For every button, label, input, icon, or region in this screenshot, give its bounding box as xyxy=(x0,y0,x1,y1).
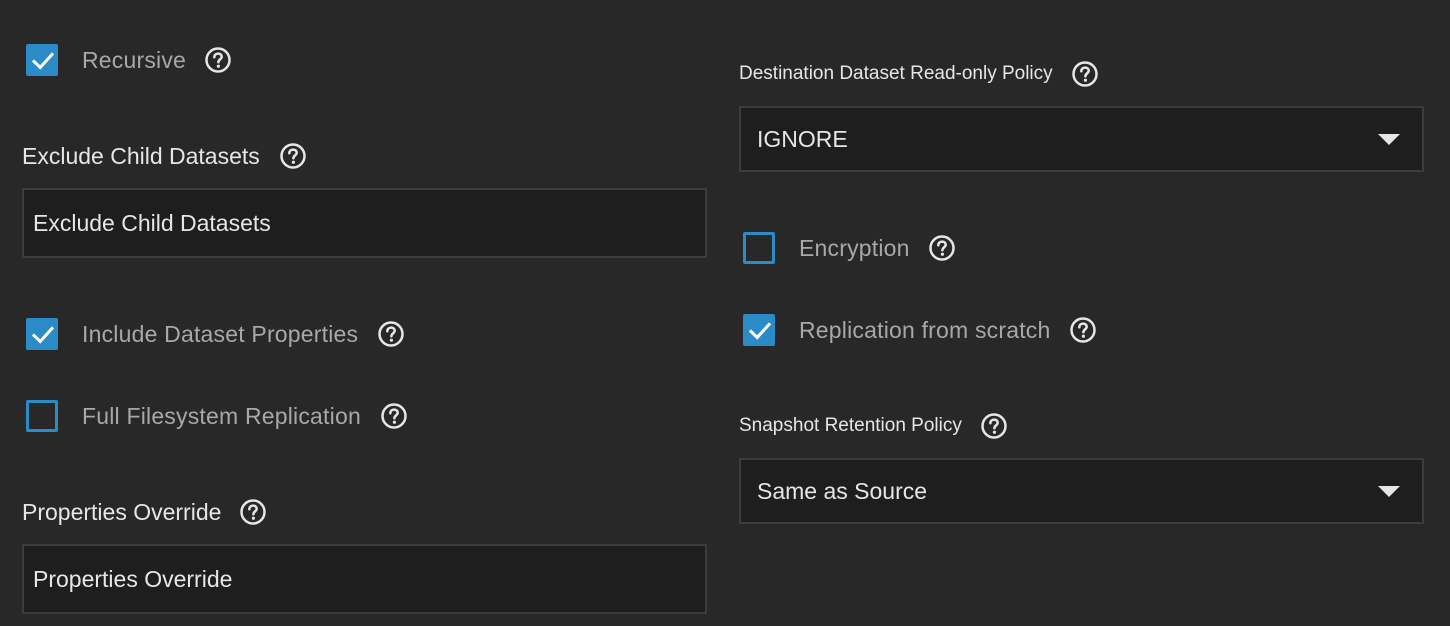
properties-override-label-row: Properties Override xyxy=(22,498,267,526)
help-circle-icon[interactable] xyxy=(380,402,408,430)
recursive-checkbox[interactable] xyxy=(26,44,58,76)
help-circle-icon[interactable] xyxy=(204,46,232,74)
recursive-label: Recursive xyxy=(82,46,187,73)
replication-from-scratch-checkbox[interactable] xyxy=(743,314,775,346)
readonly-policy-label-row: Destination Dataset Read-only Policy xyxy=(739,60,1099,88)
caret-down-icon xyxy=(1378,134,1400,145)
exclude-child-datasets-placeholder: Exclude Child Datasets xyxy=(33,209,271,236)
checkmark-icon xyxy=(746,317,774,345)
full-filesystem-replication-label: Full Filesystem Replication xyxy=(82,402,361,429)
readonly-policy-value: IGNORE xyxy=(757,125,848,152)
replication-from-scratch-label: Replication from scratch xyxy=(799,316,1051,343)
retention-policy-label: Snapshot Retention Policy xyxy=(739,415,962,436)
help-circle-icon[interactable] xyxy=(377,320,405,348)
help-circle-icon[interactable] xyxy=(1069,316,1097,344)
readonly-policy-select[interactable]: IGNORE xyxy=(739,106,1424,172)
include-dataset-properties-label: Include Dataset Properties xyxy=(82,320,359,347)
recursive-row[interactable]: Recursive xyxy=(26,40,232,80)
encryption-row[interactable]: Encryption xyxy=(743,228,956,268)
properties-override-label: Properties Override xyxy=(22,498,222,525)
help-circle-icon[interactable] xyxy=(928,234,956,262)
retention-policy-label-row: Snapshot Retention Policy xyxy=(739,412,1008,440)
replication-from-scratch-row[interactable]: Replication from scratch xyxy=(743,310,1097,350)
help-circle-icon[interactable] xyxy=(239,498,267,526)
retention-policy-select[interactable]: Same as Source xyxy=(739,458,1424,524)
properties-override-input[interactable]: Properties Override xyxy=(22,544,707,614)
checkmark-icon xyxy=(29,47,57,75)
help-circle-icon[interactable] xyxy=(1071,60,1099,88)
include-dataset-properties-row[interactable]: Include Dataset Properties xyxy=(26,314,405,354)
encryption-label: Encryption xyxy=(799,234,910,261)
exclude-child-datasets-label-row: Exclude Child Datasets xyxy=(22,142,307,170)
exclude-child-datasets-input[interactable]: Exclude Child Datasets xyxy=(22,188,707,258)
retention-policy-value: Same as Source xyxy=(757,477,928,504)
help-circle-icon[interactable] xyxy=(279,142,307,170)
encryption-checkbox[interactable] xyxy=(743,232,775,264)
help-circle-icon[interactable] xyxy=(980,412,1008,440)
full-filesystem-replication-row[interactable]: Full Filesystem Replication xyxy=(26,396,408,436)
include-dataset-properties-checkbox[interactable] xyxy=(26,318,58,350)
full-filesystem-replication-checkbox[interactable] xyxy=(26,400,58,432)
caret-down-icon xyxy=(1378,486,1400,497)
checkmark-icon xyxy=(29,321,57,349)
exclude-child-datasets-label: Exclude Child Datasets xyxy=(22,142,260,169)
properties-override-placeholder: Properties Override xyxy=(33,565,233,592)
readonly-policy-label: Destination Dataset Read-only Policy xyxy=(739,63,1053,84)
